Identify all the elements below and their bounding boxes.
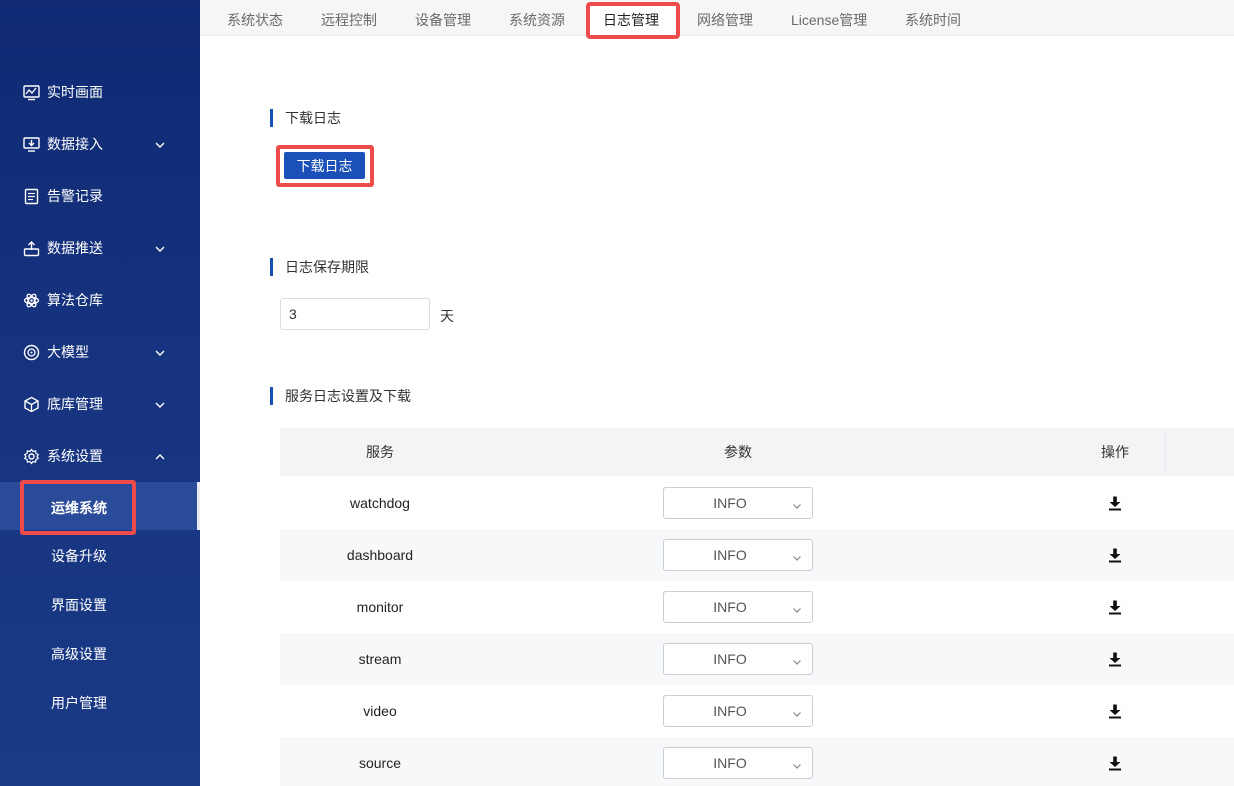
- service-name: stream: [358, 651, 402, 667]
- section-title-download-log: 下载日志: [270, 109, 341, 127]
- chevron-down-icon: [792, 654, 802, 665]
- log-level-select[interactable]: INFO: [663, 487, 813, 519]
- sidebar-item-label: 告警记录: [47, 188, 103, 204]
- sidebar-subitem-device-upgrade[interactable]: 设备升级: [0, 534, 200, 574]
- tab-remote-control[interactable]: 远程控制: [321, 0, 377, 36]
- sidebar-item-label: 底库管理: [47, 396, 103, 412]
- tab-log-management[interactable]: 日志管理: [603, 0, 659, 36]
- table-row: monitor INFO: [280, 581, 1234, 633]
- service-name: watchdog: [350, 495, 410, 511]
- upload-tray-icon: [22, 239, 40, 257]
- log-level-value: INFO: [713, 755, 747, 771]
- log-level-select[interactable]: INFO: [663, 539, 813, 571]
- sidebar-subitem-label: 用户管理: [51, 695, 107, 711]
- sidebar-subitem-ui-settings[interactable]: 界面设置: [0, 583, 200, 623]
- log-level-select[interactable]: INFO: [663, 695, 813, 727]
- log-level-value: INFO: [713, 651, 747, 667]
- tab-device-management[interactable]: 设备管理: [415, 0, 471, 36]
- column-header-param: 参数: [724, 444, 752, 460]
- download-icon[interactable]: [1107, 547, 1123, 563]
- service-name: dashboard: [346, 547, 414, 563]
- sidebar-subitem-label: 设备升级: [51, 548, 107, 564]
- log-level-select[interactable]: INFO: [663, 643, 813, 675]
- download-icon[interactable]: [1107, 495, 1123, 511]
- gear-circle-icon: [22, 343, 40, 361]
- chevron-down-icon: [792, 550, 802, 561]
- sidebar-item-label: 算法仓库: [47, 292, 103, 308]
- log-level-select[interactable]: INFO: [663, 591, 813, 623]
- sidebar-subitem-user-management[interactable]: 用户管理: [0, 681, 200, 721]
- chevron-down-icon: [154, 242, 166, 254]
- service-name: source: [358, 755, 402, 771]
- retention-days-input[interactable]: [280, 298, 430, 330]
- log-level-value: INFO: [713, 547, 747, 563]
- chevron-down-icon: [154, 398, 166, 410]
- sidebar: 实时画面 数据接入 告警记录 数据推送 算法仓库 大模型 底库管理 系统设置 运…: [0, 0, 200, 786]
- document-list-icon: [22, 187, 40, 205]
- sidebar-subitem-label: 界面设置: [51, 597, 107, 613]
- retention-unit-label: 天: [440, 308, 454, 324]
- column-header-service: 服务: [366, 444, 394, 460]
- download-icon[interactable]: [1107, 651, 1123, 667]
- table-row: source INFO: [280, 737, 1234, 786]
- cube-icon: [22, 395, 40, 413]
- chevron-down-icon: [154, 138, 166, 150]
- atom-icon: [22, 291, 40, 309]
- sidebar-item-algorithm-store[interactable]: 算法仓库: [0, 280, 200, 320]
- download-log-button[interactable]: 下载日志: [284, 152, 365, 179]
- sidebar-item-large-model[interactable]: 大模型: [0, 332, 200, 372]
- service-name: video: [363, 703, 397, 719]
- chevron-down-icon: [792, 498, 802, 509]
- sidebar-subitem-label: 高级设置: [51, 646, 107, 662]
- download-icon[interactable]: [1107, 755, 1123, 771]
- chart-monitor-icon: [22, 83, 40, 101]
- sidebar-item-realtime-view[interactable]: 实时画面: [0, 72, 200, 112]
- chevron-up-icon: [154, 450, 166, 462]
- sidebar-item-label: 数据推送: [47, 240, 103, 256]
- sidebar-item-label: 系统设置: [47, 448, 103, 464]
- sidebar-item-data-push[interactable]: 数据推送: [0, 228, 200, 268]
- table-row: dashboard INFO: [280, 529, 1234, 581]
- sidebar-item-label: 实时画面: [47, 84, 103, 100]
- table-row: watchdog INFO: [280, 477, 1234, 529]
- log-level-value: INFO: [713, 599, 747, 615]
- download-icon[interactable]: [1107, 703, 1123, 719]
- chevron-down-icon: [154, 346, 166, 358]
- tab-system-resources[interactable]: 系统资源: [509, 0, 565, 36]
- sidebar-item-data-input[interactable]: 数据接入: [0, 124, 200, 164]
- tab-network-management[interactable]: 网络管理: [697, 0, 753, 36]
- gear-icon: [22, 447, 40, 465]
- chevron-down-icon: [792, 602, 802, 613]
- header-divider: [1165, 428, 1166, 476]
- table-row: stream INFO: [280, 633, 1234, 685]
- sidebar-subitem-advanced-settings[interactable]: 高级设置: [0, 632, 200, 672]
- tab-license-management[interactable]: License管理: [791, 0, 867, 36]
- highlight-frame-ops-system: [20, 480, 136, 535]
- sidebar-item-label: 数据接入: [47, 136, 103, 152]
- sidebar-item-library-management[interactable]: 底库管理: [0, 384, 200, 424]
- monitor-download-icon: [22, 135, 40, 153]
- chevron-down-icon: [792, 706, 802, 717]
- active-indicator: [197, 482, 200, 530]
- table-row: video INFO: [280, 685, 1234, 737]
- section-title-service-logs: 服务日志设置及下载: [270, 387, 411, 405]
- sidebar-item-label: 大模型: [47, 344, 89, 360]
- log-level-value: INFO: [713, 495, 747, 511]
- table-header: 服务 参数 操作: [280, 428, 1234, 476]
- tab-system-time[interactable]: 系统时间: [905, 0, 961, 36]
- tab-system-status[interactable]: 系统状态: [227, 0, 283, 36]
- column-header-action: 操作: [1101, 444, 1129, 460]
- section-title-log-retention: 日志保存期限: [270, 258, 369, 276]
- service-name: monitor: [356, 599, 404, 615]
- chevron-down-icon: [792, 758, 802, 769]
- sidebar-item-alarm-records[interactable]: 告警记录: [0, 176, 200, 216]
- log-level-value: INFO: [713, 703, 747, 719]
- download-icon[interactable]: [1107, 599, 1123, 615]
- sidebar-item-system-settings[interactable]: 系统设置: [0, 436, 200, 476]
- log-level-select[interactable]: INFO: [663, 747, 813, 779]
